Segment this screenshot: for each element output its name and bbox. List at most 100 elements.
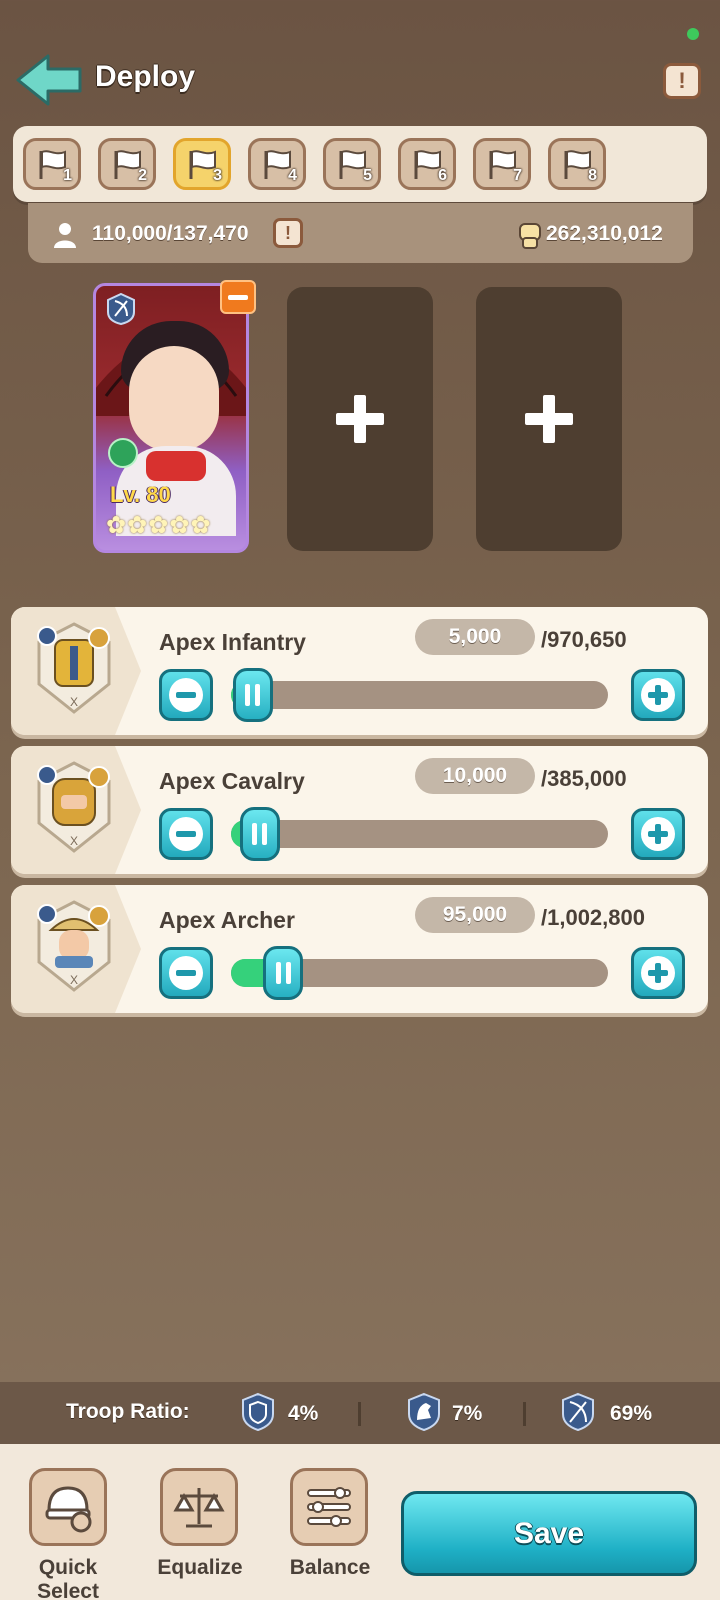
troop-name: Apex Archer: [159, 907, 295, 933]
archer-ratio: 69%: [610, 1402, 653, 1425]
add-hero-slot-2[interactable]: [287, 287, 433, 551]
troop-slider[interactable]: [231, 668, 608, 722]
troop-count-input[interactable]: 95,000: [415, 897, 535, 933]
troop-max: /1,002,800: [541, 905, 645, 930]
star-icon: ✿: [148, 512, 169, 539]
troop-ratio-label: Troop Ratio:: [66, 1400, 190, 1423]
infantry-ratio: 4%: [288, 1402, 319, 1425]
slider-thumb[interactable]: [239, 807, 280, 861]
flag-8-button[interactable]: 8: [548, 138, 606, 190]
troop-row-infantry: X Apex Infantry 5,000 /970,650: [11, 607, 708, 735]
slider-thumb[interactable]: [263, 946, 303, 1000]
plus-icon: [525, 395, 573, 443]
troop-count-input[interactable]: 5,000: [415, 619, 535, 655]
minus-icon: [169, 956, 203, 990]
troop-slider[interactable]: [231, 946, 608, 1000]
quick-select-label: Quick Select: [37, 1556, 99, 1600]
info-button[interactable]: !: [663, 63, 701, 99]
sliders-icon: [307, 1487, 351, 1527]
hero-card[interactable]: Lv. 80 ✿ ✿ ✿ ✿ ✿: [93, 283, 249, 553]
save-button[interactable]: Save: [401, 1491, 697, 1576]
infantry-portrait-icon: X: [37, 622, 111, 714]
increase-button[interactable]: [631, 947, 685, 999]
cavalry-portrait-icon: X: [37, 761, 111, 853]
exclamation-icon: !: [285, 222, 291, 243]
flag-number: 7: [513, 167, 522, 184]
flag-7-button[interactable]: 7: [473, 138, 531, 190]
plus-icon: [641, 817, 675, 851]
balance-button[interactable]: [290, 1468, 368, 1546]
flag-number: 5: [363, 167, 372, 184]
formation-flag-bar: 1 2 3 4 5 6 7 8: [13, 126, 707, 202]
bow-icon: [562, 1392, 594, 1432]
troop-name: Apex Cavalry: [159, 768, 305, 794]
flag-3-button[interactable]: 3: [173, 138, 231, 190]
remove-hero-button[interactable]: [220, 280, 256, 314]
decrease-button[interactable]: [159, 669, 213, 721]
flag-1-button[interactable]: 1: [23, 138, 81, 190]
equalize-label: Equalize: [157, 1556, 243, 1579]
plus-icon: [641, 678, 675, 712]
flag-number: 3: [213, 167, 222, 184]
shield-icon: [242, 1392, 274, 1432]
svg-text:X: X: [70, 834, 78, 848]
star-icon: ✿: [169, 512, 190, 539]
troop-name: Apex Infantry: [159, 629, 306, 655]
cavalry-ratio: 7%: [452, 1402, 483, 1425]
bow-class-icon: [107, 292, 135, 326]
flag-number: 4: [288, 167, 297, 184]
flag-6-button[interactable]: 6: [398, 138, 456, 190]
flag-number: 2: [138, 167, 147, 184]
increase-button[interactable]: [631, 808, 685, 860]
helmet-refresh-icon: [45, 1486, 92, 1533]
capacity-warning-button[interactable]: !: [273, 218, 303, 248]
balance-label: Balance: [289, 1556, 371, 1579]
page-title: Deploy: [95, 60, 196, 93]
hero-level: Lv. 80: [110, 482, 171, 507]
flag-4-button[interactable]: 4: [248, 138, 306, 190]
scales-icon: [173, 1488, 225, 1528]
svg-text:X: X: [70, 973, 78, 987]
divider: [523, 1402, 526, 1426]
total-power-text: 262,310,012: [546, 222, 663, 245]
svg-text:X: X: [70, 695, 78, 709]
star-icon: ✿: [106, 512, 127, 539]
decrease-button[interactable]: [159, 808, 213, 860]
plus-icon: [641, 956, 675, 990]
horse-icon: [408, 1392, 440, 1432]
troop-row-archer: X Apex Archer 95,000 /1,002,800: [11, 885, 708, 1013]
minus-icon: [169, 817, 203, 851]
back-button[interactable]: [14, 52, 84, 108]
status-dot: [687, 28, 699, 40]
back-arrow-icon: [16, 54, 82, 106]
hero-portrait: [129, 346, 219, 451]
hero-stars: ✿ ✿ ✿ ✿ ✿: [106, 514, 211, 538]
flag-5-button[interactable]: 5: [323, 138, 381, 190]
minus-icon: [228, 294, 248, 300]
flag-number: 1: [63, 167, 72, 184]
troop-capacity-icon: [54, 223, 76, 248]
equalize-button[interactable]: [160, 1468, 238, 1546]
hero-bow: [146, 451, 206, 481]
hero-rank-icon: [108, 438, 138, 468]
slider-thumb[interactable]: [232, 668, 273, 722]
troop-max: /970,650: [541, 627, 627, 652]
add-hero-slot-3[interactable]: [476, 287, 622, 551]
increase-button[interactable]: [631, 669, 685, 721]
troop-row-cavalry: X Apex Cavalry 10,000 /385,000: [11, 746, 708, 874]
exclamation-icon: !: [678, 68, 686, 93]
minus-icon: [169, 678, 203, 712]
troop-capacity-text: 110,000/137,470: [92, 222, 249, 245]
quick-select-button[interactable]: [29, 1468, 107, 1546]
star-icon: ✿: [127, 512, 148, 539]
troop-count-input[interactable]: 10,000: [415, 758, 535, 794]
flag-2-button[interactable]: 2: [98, 138, 156, 190]
decrease-button[interactable]: [159, 947, 213, 999]
troop-max: /385,000: [541, 766, 627, 791]
flag-number: 8: [588, 167, 597, 184]
troop-slider[interactable]: [231, 807, 608, 861]
archer-portrait-icon: X: [37, 900, 111, 992]
fist-power-icon: [519, 223, 541, 249]
star-icon: ✿: [190, 512, 211, 539]
divider: [358, 1402, 361, 1426]
